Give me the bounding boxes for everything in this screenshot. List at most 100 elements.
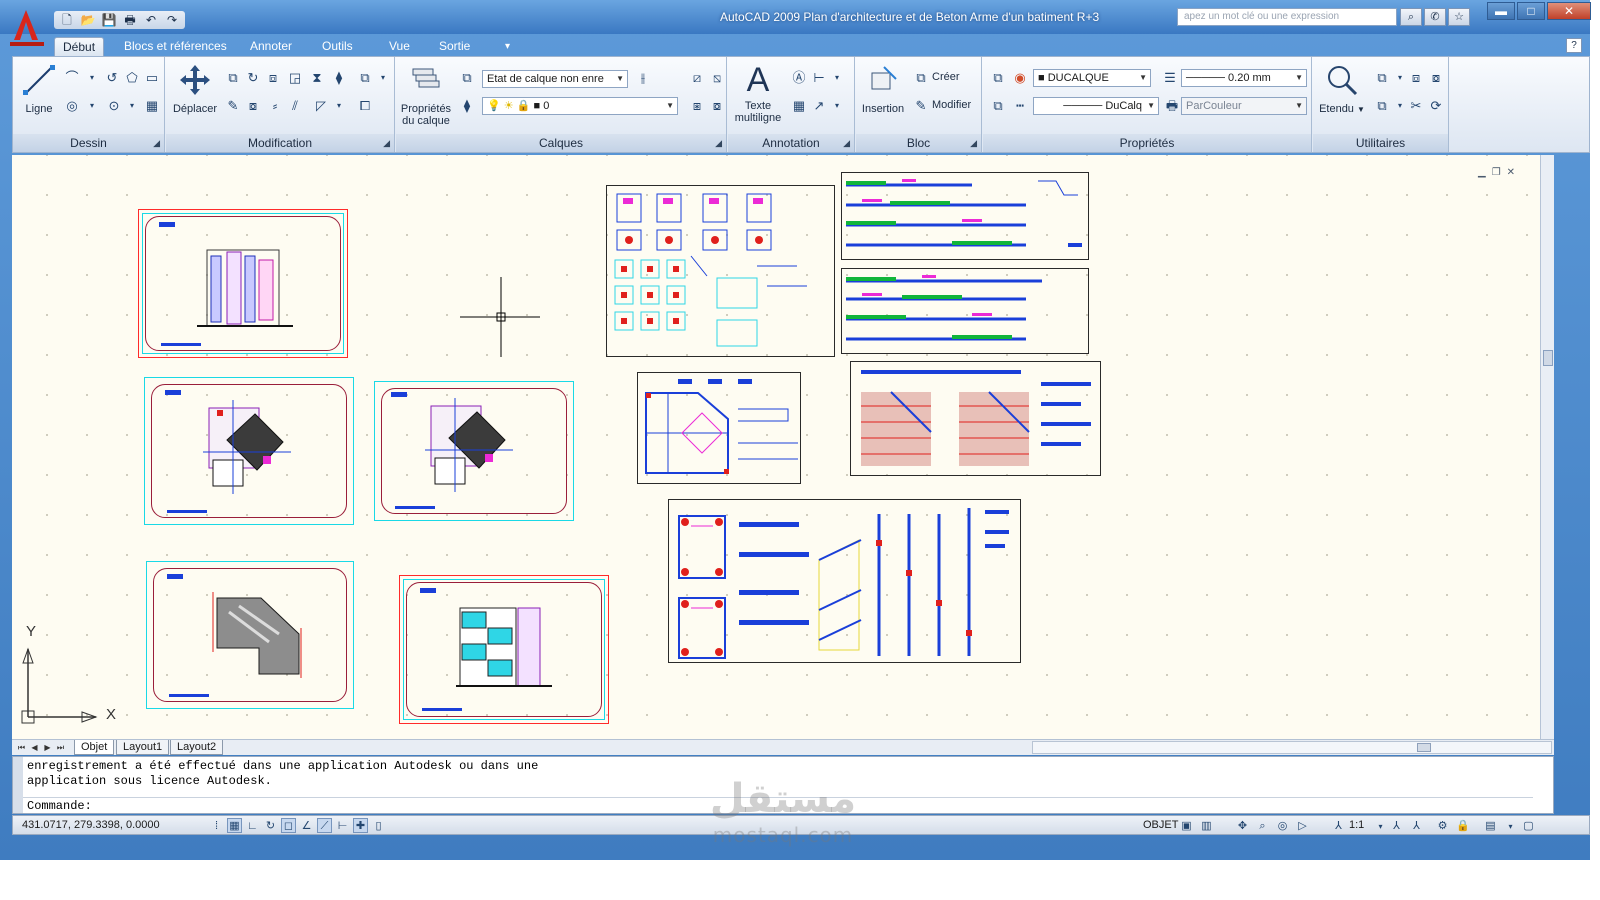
- offset-icon[interactable]: ⧠: [356, 97, 374, 115]
- move-tool-button[interactable]: Déplacer: [170, 63, 220, 115]
- quick-properties-icon[interactable]: ▯: [371, 818, 386, 833]
- rotate-arc-icon[interactable]: ↺: [103, 69, 121, 87]
- first-tab-icon[interactable]: ⏮: [16, 741, 27, 754]
- communication-center-icon[interactable]: ✆: [1424, 8, 1446, 26]
- drawing-sheet-floor-plan-1[interactable]: [144, 377, 354, 525]
- dimension-icon[interactable]: ⊢: [810, 69, 828, 87]
- structural-sheet-beams-1[interactable]: [841, 172, 1089, 260]
- drawing-sheet-roof-plan[interactable]: [146, 561, 354, 709]
- minimize-button[interactable]: ▬: [1487, 2, 1515, 20]
- color-select[interactable]: ■ DUCALQUE ▼: [1033, 69, 1151, 87]
- structural-sheet-slabs[interactable]: [850, 361, 1101, 476]
- layer-state-icon[interactable]: ⧉: [458, 69, 476, 87]
- linetype-icon[interactable]: ┅: [1011, 97, 1029, 115]
- layouts-icon[interactable]: ▥: [1199, 818, 1214, 833]
- structural-sheet-foundations[interactable]: [606, 185, 835, 357]
- insert-block-button[interactable]: Insertion: [858, 63, 908, 115]
- hardware-acceleration-icon[interactable]: ▤: [1483, 818, 1498, 833]
- polygon-icon[interactable]: ⬠: [123, 69, 141, 87]
- layer-off-icon[interactable]: ⧅: [708, 69, 726, 87]
- command-line-grip[interactable]: [13, 757, 23, 813]
- stretch-icon[interactable]: ⧗: [308, 69, 326, 87]
- favorites-icon[interactable]: ☆: [1448, 8, 1470, 26]
- drawing-sheet-facade[interactable]: [399, 575, 609, 724]
- annotation-scale-value[interactable]: 1:1: [1349, 819, 1364, 831]
- print-icon[interactable]: 🖶: [121, 12, 139, 28]
- otrack-icon[interactable]: ∠: [299, 818, 314, 833]
- rotate-icon[interactable]: ↻: [244, 69, 262, 87]
- layer-previous-icon[interactable]: ⫲: [634, 69, 652, 87]
- layer-properties-button[interactable]: Propriétés du calque: [398, 63, 454, 127]
- help-icon[interactable]: ?: [1566, 38, 1582, 53]
- plotstyle-select[interactable]: ParCouleur ▼: [1181, 97, 1307, 115]
- table-icon[interactable]: ▦: [790, 97, 808, 115]
- polar-icon[interactable]: ↻: [263, 818, 278, 833]
- drawing-canvas[interactable]: [12, 155, 1554, 739]
- tab-layout2[interactable]: Layout2: [170, 740, 224, 755]
- copy-icon[interactable]: ⧉: [224, 69, 242, 87]
- color-wheel-icon[interactable]: ◉: [1011, 69, 1029, 87]
- panel-launcher-icon[interactable]: ◢: [153, 138, 160, 149]
- edit-block-icon[interactable]: ✎: [912, 97, 930, 115]
- showmotion-icon[interactable]: ▷: [1295, 818, 1310, 833]
- chevron-down-icon[interactable]: ▾: [123, 97, 141, 115]
- paste-icon[interactable]: ⧉: [1373, 69, 1391, 87]
- fillet-icon[interactable]: ◲: [286, 69, 304, 87]
- redo-icon[interactable]: ↷: [163, 12, 181, 28]
- vertical-scrollbar[interactable]: [1540, 155, 1554, 739]
- array-icon[interactable]: ⧫: [330, 69, 348, 87]
- chamfer-icon[interactable]: ◸: [312, 97, 330, 115]
- linetype-select[interactable]: ───── DuCalq ▼: [1033, 97, 1159, 115]
- workspace-icon[interactable]: ⚙: [1435, 818, 1450, 833]
- pan-icon[interactable]: ✥: [1235, 818, 1250, 833]
- open-icon[interactable]: 📂: [79, 12, 97, 28]
- tab-debut[interactable]: Début: [54, 37, 105, 56]
- lineweight-select[interactable]: ───── 0.20 mm ▼: [1181, 69, 1307, 87]
- horizontal-scroll-thumb[interactable]: [1417, 743, 1431, 752]
- ellipse-icon[interactable]: ⊙: [105, 97, 123, 115]
- layer-isolate-icon[interactable]: ⧄: [688, 69, 706, 87]
- dynamic-ucs-icon[interactable]: ⟋: [317, 818, 332, 833]
- last-tab-icon[interactable]: ⏭: [55, 741, 66, 754]
- trim-icon[interactable]: ⸗: [266, 97, 284, 115]
- clipboard-icon[interactable]: ⧉: [1373, 97, 1391, 115]
- polyline-icon[interactable]: ⌒: [63, 69, 81, 87]
- line-tool-button[interactable]: Ligne: [19, 63, 59, 115]
- erase-icon[interactable]: ✎: [224, 97, 242, 115]
- list-icon[interactable]: ⧉: [989, 97, 1007, 115]
- panel-launcher-icon[interactable]: ◢: [715, 138, 722, 149]
- create-block-icon[interactable]: ⧉: [912, 69, 930, 87]
- lineweight-toggle-icon[interactable]: ✚: [353, 818, 368, 833]
- explode-icon[interactable]: ⧉: [356, 69, 374, 87]
- steering-wheel-icon[interactable]: ◎: [1275, 818, 1290, 833]
- chevron-down-icon[interactable]: ▾: [1503, 818, 1518, 833]
- chevron-down-icon[interactable]: ▾: [83, 97, 101, 115]
- scale-icon[interactable]: ⧇: [244, 97, 262, 115]
- maximize-button[interactable]: □: [1517, 2, 1545, 20]
- plotstyle-icon[interactable]: 🖶: [1163, 97, 1181, 115]
- chevron-down-icon[interactable]: ▾: [828, 69, 846, 87]
- hatch-icon[interactable]: ▦: [143, 97, 161, 115]
- tab-blocs[interactable]: Blocs et références: [116, 37, 235, 56]
- create-block-label[interactable]: Créer: [932, 71, 960, 83]
- cut-icon[interactable]: ✂: [1407, 97, 1425, 115]
- layer-select[interactable]: 💡 ☀ 🔒 ■ 0 ▼: [482, 97, 678, 115]
- tab-layout1[interactable]: Layout1: [116, 740, 170, 755]
- save-icon[interactable]: 💾: [100, 12, 118, 28]
- tab-vue[interactable]: Vue: [381, 37, 418, 56]
- viewport-close-icon[interactable]: ✕: [1507, 167, 1515, 178]
- chevron-down-icon[interactable]: ▾: [374, 69, 392, 87]
- next-tab-icon[interactable]: ▶: [42, 741, 53, 754]
- tab-objet[interactable]: Objet: [74, 740, 115, 755]
- circle-icon[interactable]: ◎: [63, 97, 81, 115]
- lineweight-icon[interactable]: ☰: [1161, 69, 1179, 87]
- lock-ui-icon[interactable]: 🔒: [1455, 818, 1470, 833]
- dynamic-input-icon[interactable]: ⊢: [335, 818, 350, 833]
- refresh-icon[interactable]: ⟳: [1427, 97, 1445, 115]
- multiline-text-button[interactable]: A Texte multiligne: [730, 63, 786, 124]
- zoom-status-icon[interactable]: ⌕: [1255, 818, 1270, 833]
- annotation-visibility-icon[interactable]: ⅄: [1389, 818, 1404, 833]
- panel-launcher-icon[interactable]: ◢: [383, 138, 390, 149]
- panel-launcher-icon[interactable]: ◢: [970, 138, 977, 149]
- vertical-scroll-thumb[interactable]: [1543, 350, 1553, 366]
